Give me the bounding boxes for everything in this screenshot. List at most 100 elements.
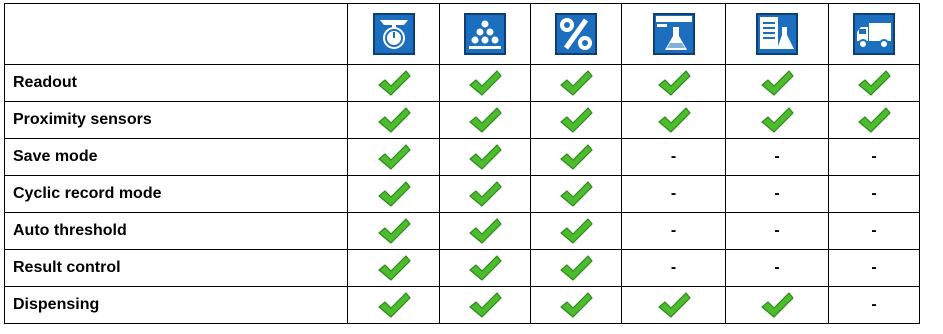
checkmark-icon [377,255,411,281]
checkmark-icon [858,70,891,96]
unavailable-dash: - [774,148,780,165]
mode-header-cell [347,3,440,65]
table-row: Dispensing - [4,286,920,324]
check-cell [439,175,531,213]
truck-icon [853,13,895,55]
row-label: Readout [4,64,348,102]
unavailable-dash: - [871,148,877,165]
checkmark-icon [377,70,411,96]
checkmark-icon [469,181,502,207]
checkmark-icon [377,144,411,170]
checkmark-icon [560,218,593,244]
mode-header-cell [725,3,829,65]
weighing-scale-icon [372,13,415,55]
checkmark-icon [858,107,891,133]
row-label: Auto threshold [4,212,348,250]
check-cell [439,286,531,324]
checkmark-icon [377,181,411,207]
unavailable-dash: - [871,222,877,239]
check-cell [439,212,531,250]
checkmark-icon [657,70,691,96]
check-cell [725,286,829,324]
unavailable-dash: - [774,222,780,239]
mode-header-cell [621,3,726,65]
check-cell [828,101,920,139]
mode-header-cell [530,3,622,65]
table-row: Result control - - - [4,249,920,287]
check-cell [347,101,440,139]
dash-cell: - [621,212,726,250]
checkmark-icon [560,70,593,96]
checkmark-icon [469,255,502,281]
table-row: Auto threshold - - - [4,212,920,250]
checkmark-icon [560,144,593,170]
row-label: Result control [4,249,348,287]
table-row: Readout [4,64,920,102]
unavailable-dash: - [774,185,780,202]
dash-cell: - [725,212,829,250]
header-row [4,3,920,65]
checkmark-icon [657,292,691,318]
table-body: Readout Proximity sensors Save mode ---C… [4,3,920,324]
check-cell [621,101,726,139]
check-cell [347,138,440,176]
check-cell [439,101,531,139]
check-cell [621,64,726,102]
checkmark-icon [657,107,691,133]
check-cell [530,64,622,102]
functions-availability-table: Readout Proximity sensors Save mode ---C… [4,3,920,324]
table-row: Save mode - - - [4,138,920,176]
dash-cell: - [621,175,726,213]
recipes-document-flask-icon [756,13,798,55]
dash-cell: - [725,138,829,176]
checkmark-icon [469,218,502,244]
unavailable-dash: - [670,185,677,202]
unavailable-dash: - [670,259,677,276]
checkmark-icon [377,292,411,318]
check-cell [530,101,622,139]
unavailable-dash: - [871,296,877,313]
check-cell [347,64,440,102]
check-cell [725,101,829,139]
check-cell [347,212,440,250]
checkmark-icon [469,144,502,170]
check-cell [530,286,622,324]
checkmark-icon [761,107,794,133]
check-cell [621,286,726,324]
table-row: Cyclic record mode - - - [4,175,920,213]
checkmark-icon [761,292,794,318]
row-label: Proximity sensors [4,101,348,139]
checkmark-icon [469,107,502,133]
table-row: Proximity sensors [4,101,920,139]
unavailable-dash: - [670,222,677,239]
row-label: Save mode [4,138,348,176]
check-cell [347,175,440,213]
dash-cell: - [828,175,920,213]
row-label: Cyclic record mode [4,175,348,213]
mode-header-cell [828,3,920,65]
dash-cell: - [725,175,829,213]
unavailable-dash: - [871,259,877,276]
check-cell [439,249,531,287]
parts-counting-icon [464,13,506,55]
check-cell [347,286,440,324]
formulation-flask-icon [652,13,695,55]
mode-header-cell [439,3,531,65]
checkmark-icon [560,292,593,318]
dash-cell: - [621,138,726,176]
unavailable-dash: - [871,185,877,202]
checkmark-icon [377,107,411,133]
percent-weighing-icon [555,13,597,55]
row-label: Dispensing [4,286,348,324]
dash-cell: - [828,249,920,287]
check-cell [725,64,829,102]
check-cell [347,249,440,287]
check-cell [828,64,920,102]
unavailable-dash: - [774,259,780,276]
unavailable-dash: - [670,148,677,165]
checkmark-icon [469,292,502,318]
checkmark-icon [560,181,593,207]
dash-cell: - [828,286,920,324]
header-corner-cell [4,3,348,65]
check-cell [530,249,622,287]
